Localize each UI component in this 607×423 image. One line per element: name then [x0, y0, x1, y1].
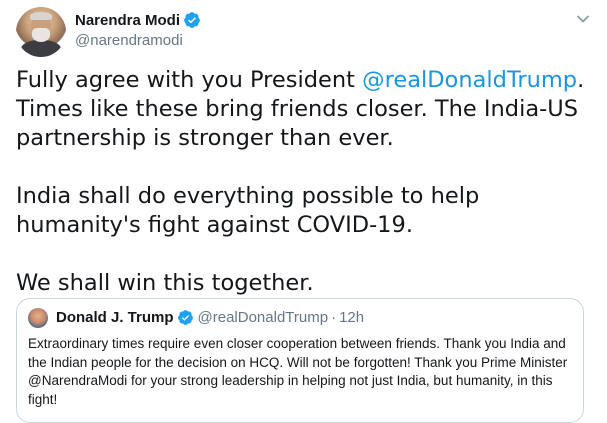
- quoted-tweet[interactable]: Donald J. Trump @realDonaldTrump · 12h E…: [16, 298, 584, 423]
- chevron-down-icon[interactable]: [576, 12, 590, 26]
- author-name[interactable]: Narendra Modi: [75, 12, 180, 29]
- quoted-header: Donald J. Trump @realDonaldTrump · 12h: [56, 309, 364, 326]
- tweet-paragraph: Fully agree with you President @realDona…: [16, 67, 585, 151]
- quoted-author-handle: @realDonaldTrump: [197, 309, 329, 326]
- quoted-author-avatar: [28, 308, 48, 328]
- quoted-text: Extraordinary times require even closer …: [28, 336, 568, 407]
- tweet-card: Narendra Modi @narendramodi Fully agree …: [0, 0, 607, 423]
- mention-link[interactable]: @realDonaldTrump: [362, 67, 577, 93]
- quoted-timestamp[interactable]: 12h: [339, 309, 364, 326]
- verified-badge-icon: [184, 12, 200, 28]
- tweet-paragraph: India shall do everything possible to he…: [16, 183, 480, 238]
- author-avatar[interactable]: [16, 7, 66, 57]
- tweet-paragraph: We shall win this together.: [16, 270, 314, 296]
- author-name-row: Narendra Modi: [75, 11, 201, 29]
- author-handle[interactable]: @narendramodi: [75, 32, 183, 49]
- separator-dot: ·: [331, 309, 337, 326]
- quoted-author-name: Donald J. Trump: [56, 309, 174, 326]
- tweet-text: Fully agree with you President @realDona…: [16, 66, 601, 298]
- verified-badge-icon: [177, 310, 193, 325]
